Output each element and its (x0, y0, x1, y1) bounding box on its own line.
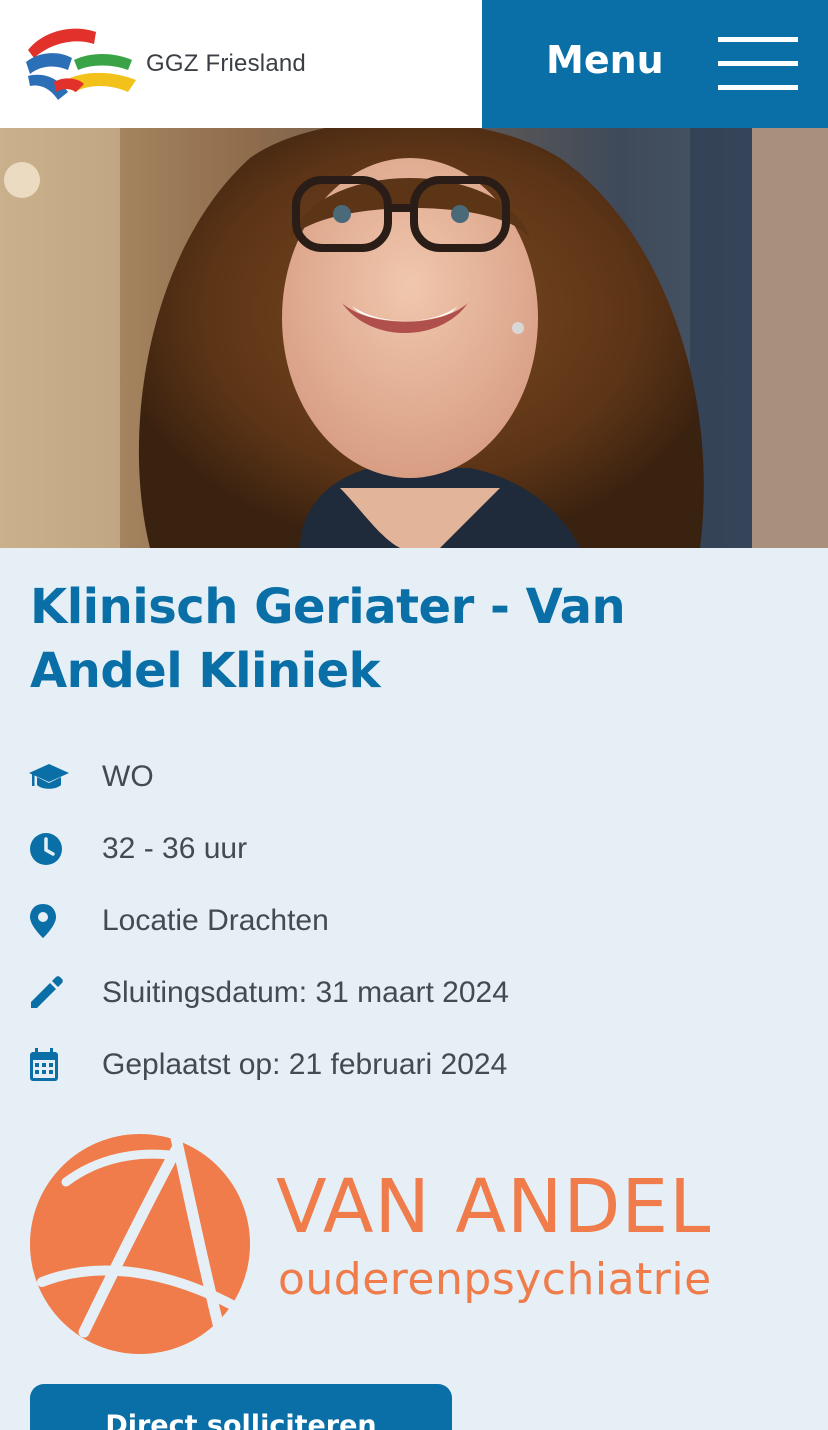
hero-image (0, 128, 828, 548)
fact-education: WO (28, 741, 808, 813)
van-andel-logo: VAN ANDEL ouderenpsychiatrie (28, 1128, 808, 1358)
menu-label: Menu (546, 38, 664, 82)
ggz-logo-mark-icon (26, 28, 136, 100)
ggz-friesland-logo[interactable]: GGZ Friesland (24, 22, 324, 106)
calendar-icon (28, 1045, 102, 1085)
apply-button[interactable]: Direct solliciteren (30, 1384, 452, 1430)
fact-closing-date: Sluitingsdatum: 31 maart 2024 (28, 957, 808, 1029)
hamburger-icon (718, 37, 798, 91)
partner-name: VAN ANDEL (276, 1164, 712, 1250)
logo-text: GGZ Friesland (146, 50, 306, 77)
fact-text: 32 - 36 uur (102, 832, 248, 865)
portrait-photo (0, 128, 828, 548)
site-header: GGZ Friesland Menu (0, 0, 828, 128)
fact-text: Geplaatst op: 21 februari 2024 (102, 1048, 508, 1081)
fact-location: Locatie Drachten (28, 885, 808, 957)
van-andel-logo-mark-icon (30, 1132, 250, 1354)
pencil-icon (28, 973, 102, 1013)
location-pin-icon (28, 901, 102, 941)
job-facts-list: WO 32 - 36 uur Locatie Drachten Sluiting… (28, 741, 808, 1101)
graduation-cap-icon (28, 757, 102, 797)
menu-button[interactable]: Menu (482, 0, 828, 128)
fact-posted-date: Geplaatst op: 21 februari 2024 (28, 1029, 808, 1101)
job-title: Klinisch Geriater - Van Andel Kliniek (30, 579, 626, 699)
fact-text: WO (102, 760, 154, 793)
fact-hours: 32 - 36 uur (28, 813, 808, 885)
partner-subtitle: ouderenpsychiatrie (278, 1254, 712, 1305)
clock-icon (28, 829, 102, 869)
fact-text: Locatie Drachten (102, 904, 329, 937)
fact-text: Sluitingsdatum: 31 maart 2024 (102, 976, 509, 1009)
